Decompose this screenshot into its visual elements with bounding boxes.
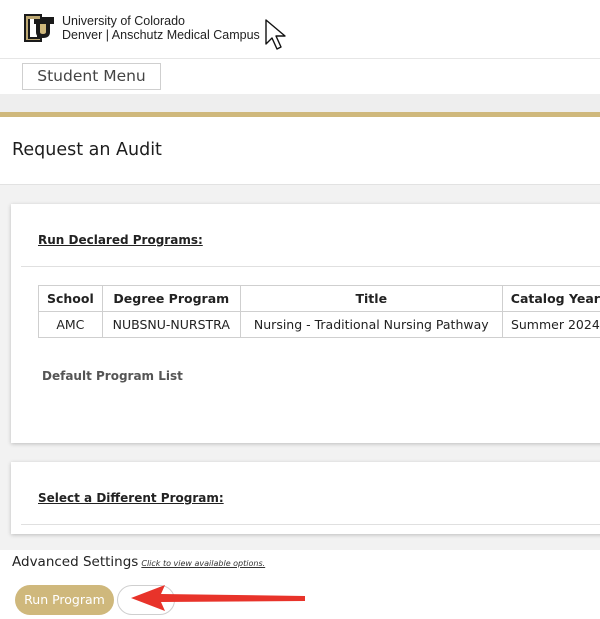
table-header-row: School Degree Program Title Catalog Year (38, 285, 600, 312)
university-line-1: University of Colorado (62, 14, 185, 28)
cell-catalog-year: Summer 2024 (501, 311, 600, 338)
cell-title: Nursing - Traditional Nursing Pathway (239, 311, 503, 338)
declared-programs-table: School Degree Program Title Catalog Year… (38, 285, 600, 338)
red-arrow-annotation (131, 585, 305, 611)
column-header-school: School (38, 285, 103, 312)
default-program-list-link[interactable]: Default Program List (42, 369, 183, 383)
select-different-program-heading[interactable]: Select a Different Program: (38, 491, 224, 505)
cu-logo-icon[interactable] (22, 12, 56, 44)
header-band (0, 94, 600, 112)
cell-school: AMC (38, 311, 103, 338)
column-header-title: Title (239, 285, 503, 312)
gold-divider (0, 112, 600, 117)
page-title: Request an Audit (12, 140, 162, 160)
advanced-settings: Advanced Settings Click to view available… (12, 554, 265, 570)
section-divider (21, 266, 600, 267)
table-row[interactable]: AMC NUBSNU-NURSTRA Nursing - Traditional… (38, 311, 600, 338)
column-header-degree-program: Degree Program (101, 285, 241, 312)
different-program-card: Select a Different Program: (11, 462, 600, 534)
run-declared-programs-heading[interactable]: Run Declared Programs: (38, 233, 203, 247)
cell-degree-program: NUBSNU-NURSTRA (101, 311, 241, 338)
student-menu-button[interactable]: Student Menu (22, 63, 161, 90)
declared-programs-card: Run Declared Programs: School Degree Pro… (11, 204, 600, 443)
section-divider (21, 524, 600, 525)
site-header: University of Colorado Denver | Anschutz… (0, 0, 600, 59)
advanced-settings-label: Advanced Settings (12, 554, 139, 570)
run-program-button[interactable]: Run Program (15, 585, 114, 615)
advanced-settings-link[interactable]: Click to view available options. (141, 559, 265, 568)
university-name[interactable]: University of Colorado Denver | Anschutz… (62, 14, 260, 42)
university-line-2: Denver | Anschutz Medical Campus (62, 28, 260, 42)
mouse-cursor-icon (265, 19, 286, 50)
column-header-catalog-year: Catalog Year (501, 285, 600, 312)
